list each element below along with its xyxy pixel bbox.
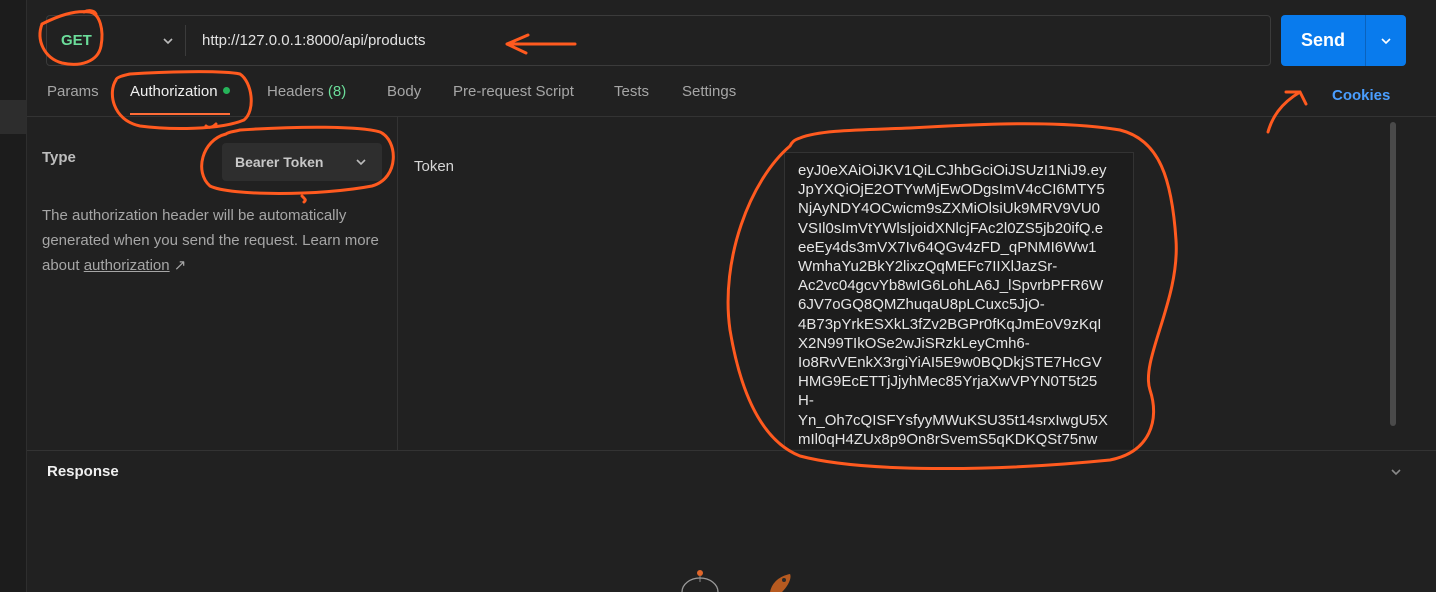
auth-type-value: Bearer Token (235, 154, 324, 170)
token-line: H- (798, 392, 814, 410)
auth-type-select[interactable]: Bearer Token (222, 143, 382, 181)
token-input[interactable]: eyJ0eXAiOiJKV1QiLCJhbGciOiJSUzI1NiJ9.ey J… (784, 152, 1134, 449)
send-button[interactable]: Send (1281, 15, 1365, 66)
left-rail-selected[interactable] (0, 100, 26, 134)
token-line: JpYXQiOjE2OTYwMjEwODgsImV4cCI6MTY5 (798, 181, 1105, 199)
token-line: mIl0qH4ZUx8p9On8rSvemS5qKDKQSt75nw (798, 430, 1098, 448)
tab-label: Headers (267, 83, 324, 100)
tab-authorization[interactable]: Authorization (130, 83, 230, 115)
chevron-down-icon (356, 159, 366, 166)
tab-label: Params (47, 83, 99, 100)
auth-type-label: Type (42, 149, 76, 166)
token-line: WmhaYu2BkY2lixzQqMEFc7IIXlJazSr- (798, 258, 1058, 276)
status-dot-icon (222, 86, 230, 94)
request-url-bar: GET http://127.0.0.1:8000/api/products (46, 15, 1271, 66)
response-heading: Response (47, 463, 119, 480)
tab-label: Pre-request Script (453, 83, 574, 100)
scrollbar[interactable] (1390, 122, 1396, 426)
tab-settings[interactable]: Settings (682, 83, 736, 115)
tab-headers[interactable]: Headers (8) (267, 83, 346, 115)
token-line: 6JV7oGQ8QMZhuqaU8pLCuxc5JjO- (798, 296, 1045, 314)
tabs-divider (27, 116, 1436, 117)
auth-help-text: The authorization header will be automat… (42, 203, 387, 278)
url-divider (185, 25, 186, 56)
tab-body[interactable]: Body (387, 83, 421, 115)
token-line: Ac2vc04gcvYb8wIG6LohLA6J_lSpvrbPFR6W (798, 277, 1104, 295)
left-rail (0, 0, 27, 592)
token-line: eeEy4ds3mVX7Iv64QGv4zFD_qPNMI6Ww1 (798, 238, 1097, 256)
token-line: Io8RvVEnkX3rgiYiAI5E9w0BQDkjSTE7HcGV (798, 354, 1102, 372)
chevron-down-icon (1381, 37, 1391, 44)
method-select[interactable]: GET (61, 16, 185, 65)
chevron-down-icon (163, 37, 173, 44)
tab-params[interactable]: Params (47, 83, 99, 115)
token-line: VSIl0sImVtYWlsIjoidXNlcjFAc2l0ZS5jb20ifQ… (798, 219, 1104, 237)
tab-tests[interactable]: Tests (614, 83, 649, 115)
chevron-down-icon[interactable] (1389, 465, 1403, 479)
send-button-group: Send (1281, 15, 1406, 66)
tab-label: Body (387, 83, 422, 100)
token-line: HMG9EcETTjJjyhMec85YrjaXwVPYN0T5t25 (798, 373, 1098, 391)
cookies-link[interactable]: Cookies (1332, 87, 1390, 104)
tab-label: Tests (614, 83, 650, 100)
token-line: 4B73pYrkESXkL3fZv2BGPr0fKqJmEoV9zKqI (798, 315, 1102, 333)
tab-pre-request-script[interactable]: Pre-request Script (453, 83, 574, 115)
token-line: Yn_Oh7cQISFYsfyyMWuKSU35t14srxIwgU5X (798, 411, 1108, 429)
auth-panel-divider (397, 117, 398, 450)
response-divider (27, 450, 1436, 451)
token-label: Token (414, 158, 455, 175)
token-line: NjAyNDY4OCwicm9sZXMiOlsiUk9MRV9VU0 (798, 200, 1100, 218)
headers-count: (8) (327, 83, 347, 100)
external-link-icon: ↗ (173, 257, 187, 274)
send-options-button[interactable] (1366, 15, 1406, 66)
authorization-docs-link[interactable]: authorization (84, 257, 170, 274)
active-tab-indicator (130, 113, 230, 115)
tab-label: Settings (682, 83, 737, 100)
method-label: GET (61, 32, 92, 49)
token-line: X2N99TIkOSe2wJiSRzkLeyCmh6- (798, 334, 1030, 352)
token-line: eyJ0eXAiOiJKV1QiLCJhbGciOiJSUzI1NiJ9.ey (798, 162, 1107, 179)
empty-state-illustration (681, 570, 791, 592)
url-input[interactable]: http://127.0.0.1:8000/api/products (202, 16, 426, 65)
tab-label: Authorization (130, 83, 218, 100)
